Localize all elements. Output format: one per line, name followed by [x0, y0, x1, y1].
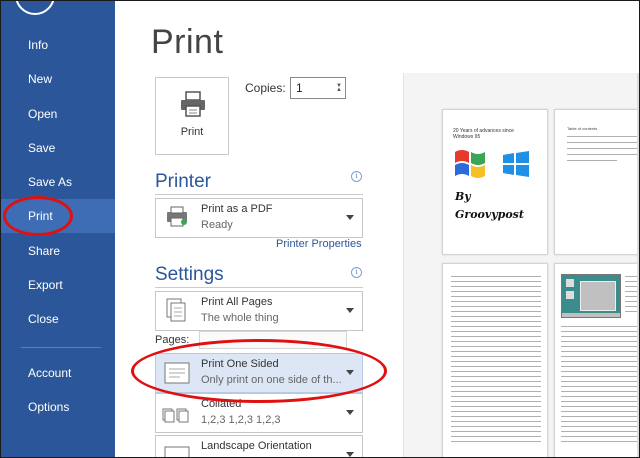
sidebar-item-close[interactable]: Close [1, 302, 115, 336]
sides-description: Only print on one side of th... [201, 374, 342, 386]
print-button-label: Print [180, 126, 204, 138]
print-range-description: The whole thing [201, 312, 279, 324]
sides-dropdown[interactable]: Print One Sided Only print on one side o… [155, 353, 363, 393]
chevron-down-icon [346, 370, 354, 375]
preview-page-2-title: Table of contents [567, 126, 598, 131]
copies-label: Copies: [245, 81, 286, 95]
pdf-printer-icon [167, 206, 187, 227]
back-arrow-icon[interactable] [15, 1, 55, 15]
print-button[interactable]: Print [155, 77, 229, 155]
orientation-dropdown[interactable]: Landscape Orientation [155, 435, 363, 457]
sidebar-item-account[interactable]: Account [1, 356, 115, 390]
printer-info-icon[interactable]: i [351, 171, 362, 182]
sidebar-item-options[interactable]: Options [1, 390, 115, 424]
sidebar-item-share[interactable]: Share [1, 234, 115, 268]
preview-page-2: Table of contents [554, 109, 639, 255]
orientation-value: Landscape Orientation [201, 440, 312, 452]
preview-byline-author: Groovypost [455, 208, 524, 221]
pages-label: Pages: [155, 334, 190, 346]
collation-value: Collated [201, 398, 242, 410]
preview-page-1: 20 Years of advances since Windows 95 By… [442, 109, 548, 255]
printer-divider [155, 194, 363, 195]
landscape-icon [164, 446, 190, 457]
sidebar-item-new[interactable]: New [1, 62, 115, 96]
chevron-down-icon [346, 308, 354, 313]
printer-icon [181, 91, 205, 117]
settings-heading: Settings [155, 264, 224, 285]
printer-dropdown[interactable]: Print as a PDF Ready [155, 198, 363, 238]
print-range-value: Print All Pages [201, 296, 273, 308]
preview-page-1-title: 20 Years of advances since Windows 95 [453, 128, 514, 140]
preview-page-3 [442, 263, 548, 457]
backstage-sidebar: Info New Open Save Save As Print Share E… [1, 1, 115, 457]
windows-10-logo-icon [503, 151, 529, 177]
collation-description: 1,2,3 1,2,3 1,2,3 [201, 414, 281, 426]
chevron-down-icon [346, 452, 354, 457]
copies-value: 1 [296, 81, 303, 95]
sidebar-item-open[interactable]: Open [1, 97, 115, 131]
printer-name: Print as a PDF [201, 203, 273, 215]
sides-value: Print One Sided [201, 358, 279, 370]
chevron-down-icon [346, 215, 354, 220]
chevron-down-icon [346, 410, 354, 415]
print-panel: Print Print Copies: 1 ▲ ▼ Printer i Prin… [115, 1, 639, 457]
windows-95-logo-icon [455, 150, 485, 178]
spin-down-icon[interactable]: ▼ [336, 76, 342, 96]
copies-stepper[interactable]: 1 ▲ ▼ [290, 77, 346, 99]
printer-heading: Printer [155, 171, 211, 192]
preview-page-4 [554, 263, 639, 457]
sidebar-item-print[interactable]: Print [1, 199, 115, 233]
sidebar-item-save[interactable]: Save [1, 131, 115, 165]
sidebar-item-info[interactable]: Info [1, 28, 115, 62]
backstage-window: Info New Open Save Save As Print Share E… [0, 0, 640, 458]
pages-input[interactable] [199, 331, 347, 349]
preview-screenshot-image [561, 274, 621, 318]
one-sided-icon [164, 362, 190, 384]
page-title: Print [151, 23, 224, 61]
sidebar-item-save-as[interactable]: Save As [1, 165, 115, 199]
printer-status: Ready [201, 219, 233, 231]
sidebar-item-export[interactable]: Export [1, 268, 115, 302]
settings-divider [155, 287, 363, 288]
collation-dropdown[interactable]: Collated 1,2,3 1,2,3 1,2,3 [155, 393, 363, 433]
settings-info-icon[interactable]: i [351, 267, 362, 278]
preview-byline-by: By [455, 190, 471, 203]
all-pages-icon [166, 298, 186, 322]
print-range-dropdown[interactable]: Print All Pages The whole thing [155, 291, 363, 331]
sidebar-divider [21, 347, 101, 348]
collated-icon [162, 408, 189, 423]
print-preview-pane[interactable]: 20 Years of advances since Windows 95 By… [403, 73, 639, 457]
printer-properties-link[interactable]: Printer Properties [276, 238, 362, 250]
